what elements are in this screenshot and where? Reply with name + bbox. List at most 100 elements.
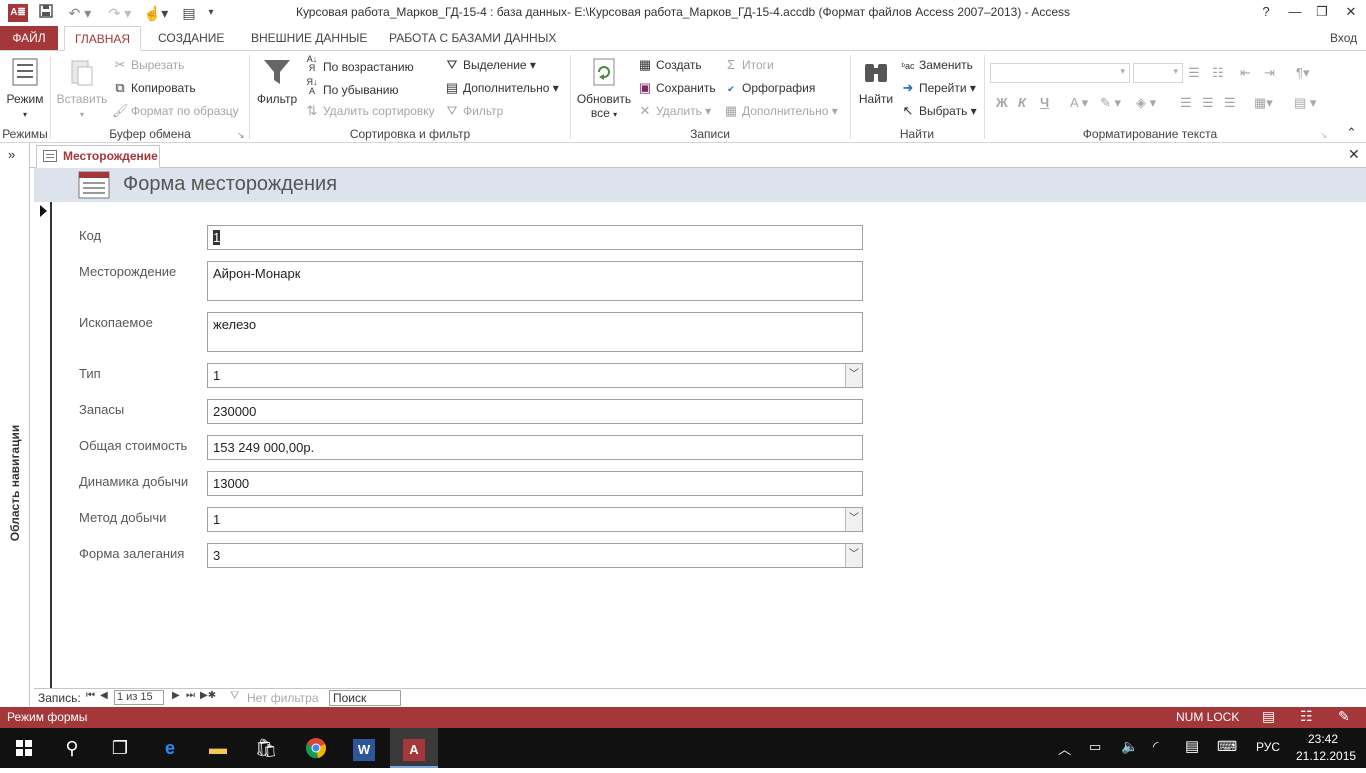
search-icon[interactable]: ⚲ — [48, 728, 96, 768]
next-record-icon[interactable]: ▶ — [172, 690, 180, 701]
new-record-button[interactable]: ▦ Создать — [637, 55, 702, 75]
field-mestorozhdenie[interactable]: Айрон-Монарк — [207, 261, 863, 301]
clock-date[interactable]: 21.12.2015 — [1296, 749, 1356, 763]
search-input[interactable]: Поиск — [329, 690, 401, 706]
field-stoimost[interactable]: 153 249 000,00р. — [207, 435, 863, 460]
text-launcher-icon[interactable]: ↘ — [1320, 130, 1328, 141]
alternate-row-color-icon[interactable]: ▤ ▾ — [1294, 93, 1316, 113]
refresh-all-button[interactable]: Обновить все ▾ — [574, 56, 634, 120]
font-color-icon[interactable]: A ▾ — [1070, 93, 1088, 113]
access-taskbar-icon[interactable]: A — [390, 728, 438, 768]
field-kod[interactable]: 1 — [207, 225, 863, 250]
fill-color-icon[interactable]: ◈ ▾ — [1136, 93, 1156, 113]
close-window-button[interactable]: ✕ — [1336, 0, 1366, 24]
tab-database-tools[interactable]: РАБОТА С БАЗАМИ ДАННЫХ — [379, 26, 566, 51]
notifications-icon[interactable]: ▤ — [1185, 737, 1199, 755]
sort-descending-button[interactable]: Я↓ A По убыванию — [304, 78, 399, 98]
save-record-button[interactable]: ▣ Сохранить — [637, 78, 716, 98]
design-view-status-icon[interactable]: ✎ — [1338, 708, 1350, 725]
collapse-ribbon-icon[interactable]: ⌃ — [1346, 125, 1357, 141]
goto-button[interactable]: ➜ Перейти ▾ — [900, 78, 976, 98]
document-tab-mestorozhdenie[interactable]: Месторождение — [36, 145, 160, 168]
chevron-down-icon[interactable]: ﹀ — [845, 508, 862, 531]
tab-home[interactable]: ГЛАВНАЯ — [64, 26, 142, 51]
tab-external-data[interactable]: ВНЕШНИЕ ДАННЫЕ — [241, 26, 377, 51]
keyboard-icon[interactable]: ⌨ — [1217, 738, 1237, 755]
expand-nav-icon[interactable]: » — [8, 147, 15, 162]
close-document-icon[interactable]: ✕ — [1348, 146, 1360, 163]
bullets-icon[interactable]: ☰ — [1188, 63, 1200, 83]
delete-record-button[interactable]: ✕ Удалить ▾ — [637, 101, 712, 121]
increase-indent-icon[interactable]: ⇥ — [1264, 63, 1275, 83]
selection-button[interactable]: ⛛ Выделение ▾ — [444, 55, 536, 75]
sign-in-link[interactable]: Вход — [1330, 26, 1357, 51]
tab-create[interactable]: СОЗДАНИЕ — [148, 26, 234, 51]
no-filter-button[interactable]: Нет фильтра — [247, 691, 319, 705]
filter-button[interactable]: Фильтр — [254, 56, 300, 106]
sort-ascending-button[interactable]: A↓ Я По возрастанию — [304, 55, 414, 75]
tab-file[interactable]: ФАЙЛ — [0, 26, 58, 51]
align-right-icon[interactable]: ☰ — [1224, 93, 1236, 113]
record-selector[interactable] — [34, 202, 52, 688]
font-size-select[interactable]: ▾ — [1133, 63, 1183, 83]
chevron-down-icon[interactable]: ﹀ — [845, 544, 862, 567]
spelling-button[interactable]: ✔ Орфография — [723, 78, 815, 98]
clipboard-launcher-icon[interactable]: ↘ — [237, 130, 245, 141]
chevron-down-icon[interactable]: ﹀ — [845, 364, 862, 387]
combo-tip[interactable]: 1 ﹀ — [207, 363, 863, 388]
layout-view-status-icon[interactable]: ☷ — [1300, 708, 1313, 725]
remove-sort-button[interactable]: ⇅ Удалить сортировку — [304, 101, 435, 121]
replace-button[interactable]: ᵇac Заменить — [900, 55, 973, 75]
advanced-filter-button[interactable]: ▤ Дополнительно ▾ — [444, 78, 559, 98]
gridlines-icon[interactable]: ▦▾ — [1254, 93, 1273, 113]
task-view-icon[interactable]: ❐ — [96, 728, 144, 768]
previous-record-icon[interactable]: ◀ — [100, 690, 108, 701]
field-dinamika[interactable]: 13000 — [207, 471, 863, 496]
toggle-filter-button[interactable]: ⛛ Фильтр — [444, 101, 504, 121]
minimize-button[interactable]: — — [1280, 0, 1310, 24]
form-view-status-icon[interactable]: ▤ — [1262, 708, 1275, 725]
paragraph-direction-icon[interactable]: ¶▾ — [1296, 63, 1310, 83]
cut-button[interactable]: ✂ Вырезать — [112, 55, 185, 75]
decrease-indent-icon[interactable]: ⇤ — [1240, 63, 1251, 83]
copy-button[interactable]: ⧉ Копировать — [112, 78, 195, 98]
show-hidden-icons-icon[interactable]: ︿ — [1058, 739, 1071, 758]
paste-button[interactable]: Вставить ▾ — [56, 56, 108, 120]
help-button[interactable]: ? — [1251, 0, 1281, 24]
current-record-input[interactable]: 1 из 15 — [114, 690, 164, 705]
highlight-icon[interactable]: ✎ ▾ — [1100, 93, 1121, 113]
word-icon[interactable]: W — [340, 728, 388, 768]
language-indicator[interactable]: РУС — [1256, 740, 1280, 754]
restore-button[interactable]: ❐ — [1307, 0, 1337, 24]
bold-button[interactable]: Ж — [996, 93, 1008, 113]
totals-button[interactable]: Σ Итоги — [723, 55, 774, 75]
select-button[interactable]: ↖ Выбрать ▾ — [900, 101, 977, 121]
chrome-icon[interactable] — [292, 728, 340, 768]
numbering-icon[interactable]: ☷ — [1212, 63, 1224, 83]
clock-time[interactable]: 23:42 — [1308, 732, 1338, 746]
volume-icon[interactable]: 🔈 — [1121, 738, 1138, 755]
underline-button[interactable]: Ч — [1040, 93, 1049, 113]
format-painter-button[interactable]: 🖌 Формат по образцу — [112, 101, 239, 121]
store-icon[interactable]: 🛍 — [242, 728, 290, 768]
battery-icon[interactable]: ▭ — [1089, 739, 1101, 755]
combo-zaleganie[interactable]: 3 ﹀ — [207, 543, 863, 568]
last-record-icon[interactable]: ⏭ — [186, 690, 195, 701]
windows-start-icon[interactable] — [0, 728, 48, 768]
first-record-icon[interactable]: ⏮ — [86, 690, 95, 701]
new-record-nav-icon[interactable]: ▶✱ — [200, 690, 216, 701]
font-name-select[interactable]: ▾ — [990, 63, 1130, 83]
italic-button[interactable]: К — [1018, 93, 1026, 113]
field-iskopaemoe[interactable]: железо — [207, 312, 863, 352]
navigation-pane[interactable]: » Область навигации — [0, 143, 30, 706]
records-more-button[interactable]: ▦ Дополнительно ▾ — [723, 101, 838, 121]
align-left-icon[interactable]: ☰ — [1180, 93, 1192, 113]
wifi-icon[interactable]: ◜ — [1153, 738, 1158, 755]
align-center-icon[interactable]: ☰ — [1202, 93, 1214, 113]
view-mode-button[interactable]: Режим ▾ — [2, 56, 48, 120]
file-explorer-icon[interactable]: ▬ — [194, 728, 242, 768]
combo-metod[interactable]: 1 ﹀ — [207, 507, 863, 532]
edge-icon[interactable]: e — [146, 728, 194, 768]
field-zapasy[interactable]: 230000 — [207, 399, 863, 424]
find-button[interactable]: Найти — [854, 56, 898, 106]
